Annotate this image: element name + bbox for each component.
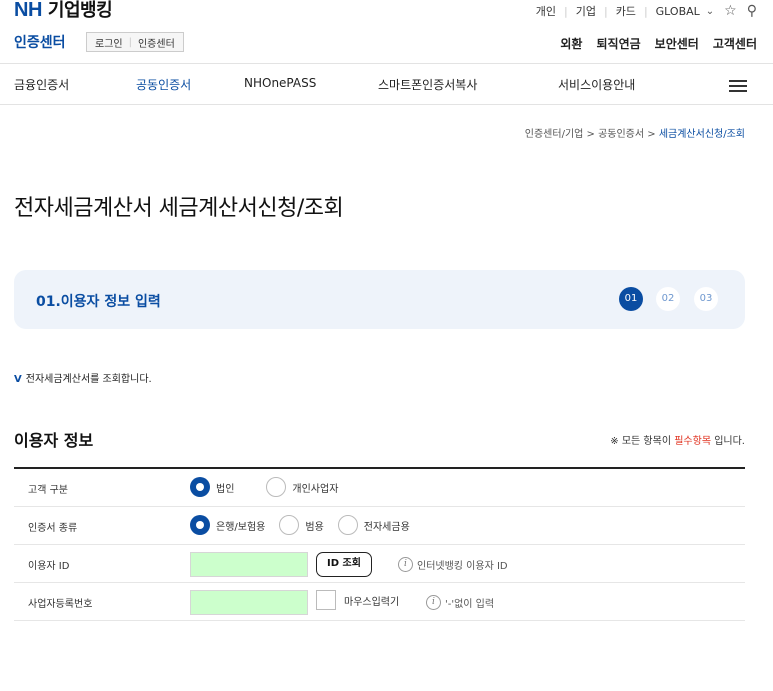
notice-text: 전자세금계산서를 조회합니다.: [25, 374, 152, 385]
divider: |: [643, 4, 648, 18]
nh-logo[interactable]: NH 기업뱅킹: [14, 0, 113, 22]
nav-onepass[interactable]: NHOnePASS: [244, 76, 316, 90]
form-row-customer-type: 고객 구분 법인 개인사업자: [14, 469, 745, 507]
checkbox-label[interactable]: 마우스입력기: [344, 593, 399, 608]
search-icon[interactable]: ⚲: [747, 3, 757, 19]
cert-type-label: 인증서 종류: [28, 523, 78, 534]
cert-center-links: 로그인 | 인증센터: [86, 32, 184, 52]
divider: |: [564, 4, 568, 18]
util-link-corporate[interactable]: 기업: [576, 3, 596, 19]
util-link-card[interactable]: 카드: [616, 3, 636, 19]
star-icon[interactable]: ☆: [724, 3, 737, 19]
menu-customer[interactable]: 고객센터: [713, 35, 757, 52]
step-03: 03: [694, 287, 718, 311]
login-link[interactable]: 로그인: [95, 35, 123, 50]
notice: V 전자세금계산서를 조회합니다.: [14, 370, 152, 385]
logo-text: 기업뱅킹: [47, 0, 113, 21]
breadcrumb-current: 세금계산서신청/조회: [658, 129, 745, 140]
radio-selected-icon[interactable]: [190, 515, 210, 535]
menu-icon[interactable]: [729, 80, 747, 92]
menu-forex[interactable]: 외환: [560, 35, 582, 52]
step-01: 01: [619, 287, 643, 311]
required-note-suffix: 입니다.: [711, 436, 745, 447]
menu-pension[interactable]: 퇴직연금: [596, 35, 640, 52]
info-icon: i: [398, 557, 413, 572]
user-id-label: 이용자 ID: [28, 561, 70, 572]
biz-no-input[interactable]: [190, 590, 308, 615]
cert-center-title[interactable]: 인증센터: [14, 32, 66, 52]
logo-mark: NH: [14, 0, 42, 21]
radio-icon[interactable]: [266, 477, 287, 497]
user-id-input[interactable]: [190, 552, 308, 577]
section-title: 이용자 정보: [14, 431, 94, 450]
biz-no-label: 사업자등록번호: [28, 599, 93, 610]
radio-corporate[interactable]: 법인: [190, 477, 234, 497]
required-note-prefix: ※ 모든 항목이: [610, 436, 675, 447]
radio-label[interactable]: 법인: [216, 480, 234, 495]
util-nav: 개인 | 기업 | 카드 | GLOBAL ⌄ ☆ ⚲: [536, 3, 757, 19]
nav-smartphone-cert-copy[interactable]: 스마트폰인증서복사: [378, 76, 477, 93]
radio-label[interactable]: 범용: [305, 518, 323, 533]
required-note-highlight: 필수항목: [674, 436, 712, 447]
radio-bank-insurance[interactable]: 은행/보험용: [190, 515, 265, 535]
radio-selected-icon[interactable]: [190, 477, 210, 497]
radio-icon[interactable]: [337, 515, 358, 535]
radio-general[interactable]: 범용: [279, 515, 324, 535]
user-id-hint-text: 인터넷뱅킹 이용자 ID: [417, 561, 508, 572]
breadcrumb: 인증센터/기업 > 공동인증서 > 세금계산서신청/조회: [525, 125, 745, 140]
check-mark-icon: V: [14, 374, 22, 385]
menu-security[interactable]: 보안센터: [655, 35, 699, 52]
user-info-form: 고객 구분 법인 개인사업자 인증서 종류 은행/보험용 범용 전자세금용 이용…: [14, 467, 745, 621]
step-02: 02: [656, 287, 680, 311]
radio-icon[interactable]: [279, 515, 300, 535]
nav-service-guide[interactable]: 서비스이용안내: [558, 76, 635, 93]
cert-type-options: 은행/보험용 범용 전자세금용: [190, 515, 424, 535]
radio-individual-business[interactable]: 개인사업자: [266, 477, 338, 497]
user-id-hint: i 인터넷뱅킹 이용자 ID: [398, 557, 508, 572]
form-row-cert-type: 인증서 종류 은행/보험용 범용 전자세금용: [14, 507, 745, 545]
customer-type-options: 법인 개인사업자: [190, 477, 352, 497]
radio-label[interactable]: 개인사업자: [292, 480, 338, 495]
nav-financial-cert[interactable]: 금융인증서: [14, 76, 69, 93]
main-nav: 금융인증서 공동인증서 NHOnePASS 스마트폰인증서복사 서비스이용안내: [0, 64, 773, 104]
form-row-user-id: 이용자 ID ID 조회 i 인터넷뱅킹 이용자 ID: [14, 545, 745, 583]
mouse-input-checkbox[interactable]: 마우스입력기: [316, 590, 399, 610]
id-lookup-button[interactable]: ID 조회: [316, 552, 372, 577]
top-utility-bar: NH 기업뱅킹 개인 | 기업 | 카드 | GLOBAL ⌄ ☆ ⚲: [0, 0, 773, 24]
radio-e-tax[interactable]: 전자세금용: [337, 515, 410, 535]
biz-no-hint: i '-'없이 입력: [426, 595, 494, 610]
cert-center-header: 인증센터 로그인 | 인증센터 외환 퇴직연금 보안센터 고객센터: [0, 30, 773, 62]
step-indicator: 01.이용자 정보 입력 01 02 03: [14, 270, 745, 329]
util-link-personal[interactable]: 개인: [536, 3, 556, 19]
divider: |: [603, 4, 608, 18]
util-link-global[interactable]: GLOBAL: [656, 5, 700, 18]
required-note: ※ 모든 항목이 필수항목 입니다.: [610, 432, 745, 447]
biz-no-hint-text: '-'없이 입력: [445, 599, 495, 610]
radio-label[interactable]: 은행/보험용: [216, 518, 265, 533]
form-row-biz-no: 사업자등록번호 마우스입력기 i '-'없이 입력: [14, 583, 745, 621]
right-menu: 외환 퇴직연금 보안센터 고객센터: [560, 35, 757, 52]
divider: |: [128, 36, 132, 48]
info-icon: i: [426, 595, 441, 610]
customer-type-label: 고객 구분: [28, 485, 68, 496]
chevron-down-icon[interactable]: ⌄: [706, 6, 714, 17]
cert-center-link[interactable]: 인증센터: [138, 35, 175, 50]
step-label: 01.이용자 정보 입력: [36, 294, 161, 310]
radio-label[interactable]: 전자세금용: [364, 518, 410, 533]
checkbox-icon[interactable]: [316, 590, 336, 610]
breadcrumb-path[interactable]: 인증센터/기업 > 공동인증서 >: [525, 129, 659, 140]
page-title: 전자세금계산서 세금계산서신청/조회: [14, 196, 344, 221]
nav-joint-cert[interactable]: 공동인증서: [136, 76, 191, 93]
divider: [0, 104, 773, 105]
